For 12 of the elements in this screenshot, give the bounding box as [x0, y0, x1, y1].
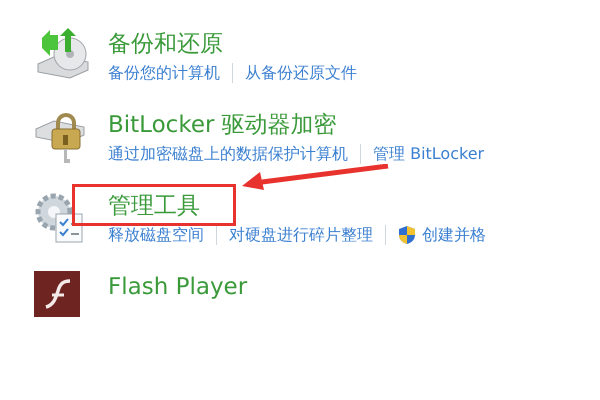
task-link[interactable]: 对硬盘进行碎片整理: [229, 224, 373, 246]
category-title[interactable]: BitLocker 驱动器加密: [108, 112, 337, 138]
category-title[interactable]: Flash Player: [108, 274, 248, 300]
category-title[interactable]: 管理工具: [108, 193, 200, 219]
task-link[interactable]: 创建并格: [422, 224, 486, 246]
task-link[interactable]: 备份您的计算机: [108, 62, 220, 84]
task-link[interactable]: 通过加密磁盘上的数据保护计算机: [108, 143, 348, 165]
task-link[interactable]: 从备份还原文件: [245, 62, 357, 84]
task-link[interactable]: 释放磁盘空间: [108, 224, 204, 246]
category-title[interactable]: 备份和还原: [108, 31, 223, 57]
task-link[interactable]: 管理 BitLocker: [373, 143, 484, 165]
flash-icon: [34, 271, 80, 317]
